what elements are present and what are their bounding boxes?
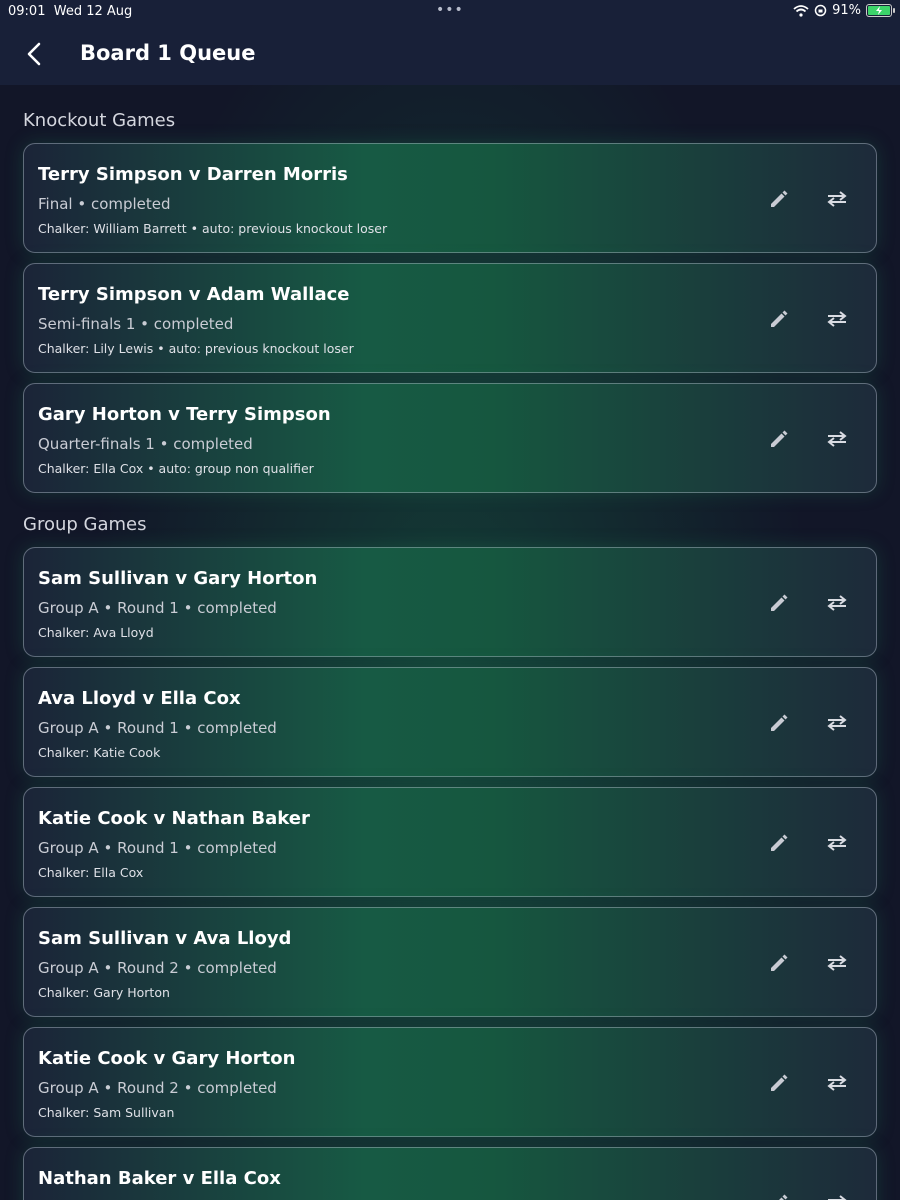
swap-button[interactable] [822, 708, 852, 738]
game-chalker: Chalker: Gary Horton [38, 985, 170, 1000]
status-time: 09:01 Wed 12 Aug [8, 4, 133, 19]
game-chalker: Chalker: Ella Cox [38, 865, 144, 880]
game-title: Nathan Baker v Ella Cox [38, 1168, 281, 1189]
game-status: Group A • Round 1 • completed [38, 839, 277, 857]
pencil-icon [771, 714, 788, 731]
charging-bolt-icon [876, 6, 882, 15]
game-card[interactable]: Sam Sullivan v Ava Lloyd Group A • Round … [23, 907, 877, 1017]
edit-button[interactable] [764, 948, 794, 978]
status-indicators: 91% [793, 3, 895, 18]
swap-arrows-icon [827, 311, 847, 327]
edit-button[interactable] [764, 424, 794, 454]
game-status: Group A • Round 1 • completed [38, 719, 277, 737]
queue-list[interactable]: Knockout Games Terry Simpson v Darren Mo… [0, 85, 900, 1200]
game-card[interactable]: Terry Simpson v Adam Wallace Semi-finals … [23, 263, 877, 373]
edit-button[interactable] [764, 708, 794, 738]
game-title: Katie Cook v Nathan Baker [38, 808, 310, 829]
game-card[interactable]: Sam Sullivan v Gary Horton Group A • Roun… [23, 547, 877, 657]
game-chalker: Chalker: Sam Sullivan [38, 1105, 175, 1120]
pencil-icon [771, 594, 788, 611]
edit-button[interactable] [764, 1068, 794, 1098]
game-card[interactable]: Katie Cook v Gary Horton Group A • Round … [23, 1027, 877, 1137]
game-title: Gary Horton v Terry Simpson [38, 404, 331, 425]
edit-button[interactable] [764, 588, 794, 618]
game-title: Ava Lloyd v Ella Cox [38, 688, 241, 709]
swap-arrows-icon [828, 1195, 847, 1200]
pencil-icon [771, 430, 788, 447]
swap-button[interactable] [822, 948, 852, 978]
swap-arrows-icon [827, 191, 847, 207]
game-status: Group A • Round 2 • completed [38, 959, 277, 977]
game-status: Semi-finals 1 • completed [38, 315, 234, 333]
game-chalker: Chalker: Lily Lewis • auto: previous kno… [38, 341, 354, 356]
game-chalker: Chalker: Ella Cox • auto: group non qual… [38, 461, 314, 476]
game-title: Sam Sullivan v Gary Horton [38, 568, 318, 589]
knockout-section-title: Knockout Games [23, 110, 176, 131]
swap-arrows-icon [827, 715, 847, 731]
swap-button[interactable] [822, 304, 852, 334]
game-chalker: Chalker: Ava Lloyd [38, 625, 154, 640]
orientation-lock-icon [814, 4, 827, 17]
edit-button[interactable] [764, 184, 794, 214]
nav-bar: Board 1 Queue [0, 24, 900, 85]
game-title: Katie Cook v Gary Horton [38, 1048, 296, 1069]
group-section-title: Group Games [23, 514, 147, 535]
back-button[interactable] [20, 38, 48, 70]
swap-arrows-icon [827, 1075, 847, 1091]
swap-button[interactable] [822, 424, 852, 454]
edit-button[interactable] [764, 304, 794, 334]
game-card[interactable]: Nathan Baker v Ella Cox [23, 1147, 877, 1200]
swap-button[interactable] [822, 828, 852, 858]
edit-button[interactable] [764, 1188, 794, 1200]
swap-button[interactable] [822, 1188, 852, 1200]
game-card[interactable]: Terry Simpson v Darren Morris Final • com… [23, 143, 877, 253]
page-title: Board 1 Queue [80, 41, 256, 65]
swap-button[interactable] [822, 184, 852, 214]
swap-button[interactable] [822, 1068, 852, 1098]
game-status: Quarter-finals 1 • completed [38, 435, 253, 453]
game-card[interactable]: Katie Cook v Nathan Baker Group A • Round… [23, 787, 877, 897]
game-chalker: Chalker: William Barrett • auto: previou… [38, 221, 388, 236]
battery-percent: 91% [832, 3, 861, 18]
status-bar: 09:01 Wed 12 Aug ••• 91% [0, 0, 900, 24]
multitask-dots[interactable]: ••• [436, 2, 464, 18]
pencil-icon [771, 1074, 788, 1091]
game-card[interactable]: Gary Horton v Terry Simpson Quarter-final… [23, 383, 877, 493]
swap-arrows-icon [827, 955, 847, 971]
game-title: Sam Sullivan v Ava Lloyd [38, 928, 292, 949]
wifi-icon [793, 4, 809, 17]
swap-arrows-icon [827, 431, 847, 447]
battery-icon [866, 4, 895, 17]
pencil-icon [771, 834, 788, 851]
game-card[interactable]: Ava Lloyd v Ella Cox Group A • Round 1 • … [23, 667, 877, 777]
game-status: Group A • Round 1 • completed [38, 599, 277, 617]
edit-button[interactable] [764, 828, 794, 858]
game-status: Final • completed [38, 195, 171, 213]
pencil-icon [771, 190, 788, 207]
game-title: Terry Simpson v Adam Wallace [38, 284, 350, 305]
pencil-icon [771, 954, 788, 971]
pencil-icon [771, 310, 788, 327]
swap-arrows-icon [827, 595, 847, 611]
game-title: Terry Simpson v Darren Morris [38, 164, 348, 185]
game-chalker: Chalker: Katie Cook [38, 745, 161, 760]
swap-arrows-icon [827, 835, 847, 851]
swap-button[interactable] [822, 588, 852, 618]
game-status: Group A • Round 2 • completed [38, 1079, 277, 1097]
chevron-left-icon [27, 42, 41, 66]
pencil-icon [779, 1194, 788, 1200]
